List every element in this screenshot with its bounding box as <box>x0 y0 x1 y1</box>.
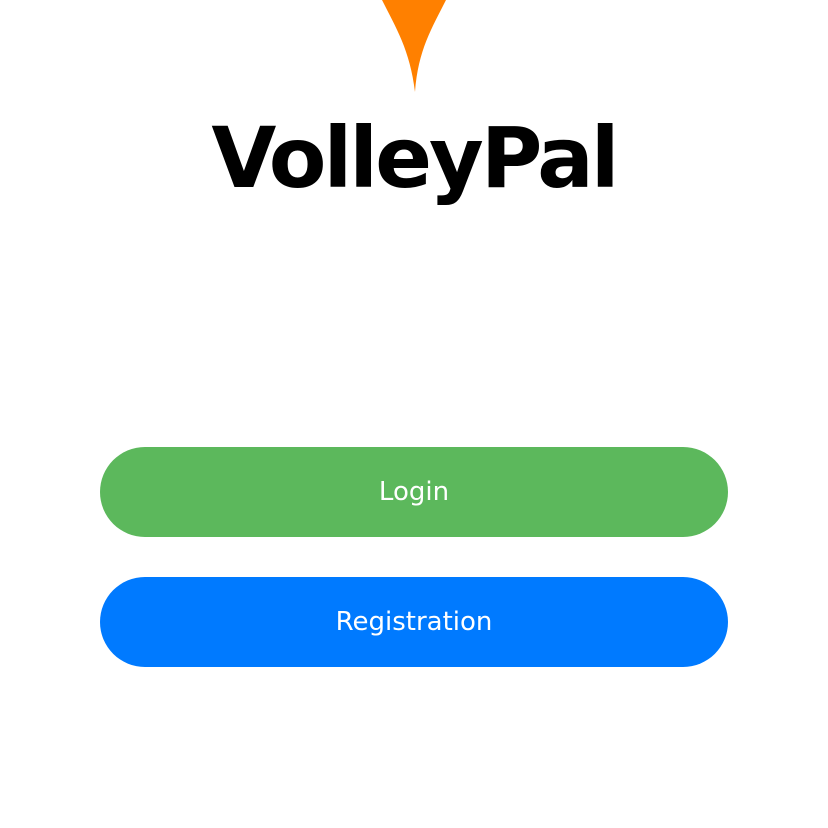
login-button[interactable]: Login <box>100 447 728 537</box>
welcome-screen: VolleyPal Login Registration <box>0 0 828 828</box>
registration-button[interactable]: Registration <box>100 577 728 667</box>
volleyball-droplet-icon <box>382 0 446 92</box>
app-title: VolleyPal <box>211 109 619 207</box>
login-button-label: Login <box>378 477 450 507</box>
registration-button-label: Registration <box>335 607 493 637</box>
